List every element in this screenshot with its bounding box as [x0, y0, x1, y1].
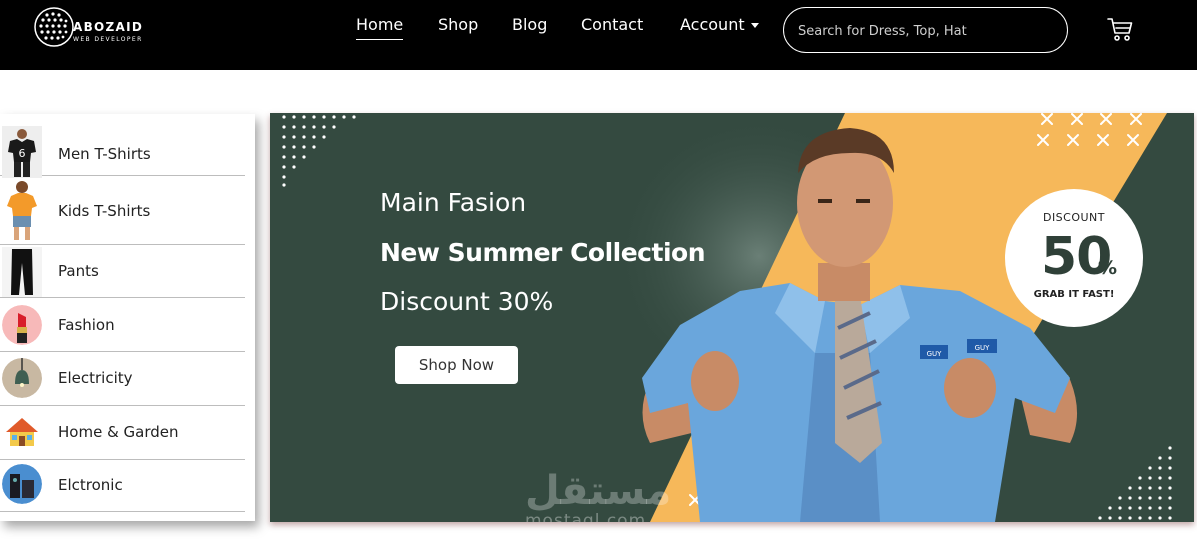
banner-discount-text: Discount 30%: [380, 287, 554, 316]
banner-headline: New Summer Collection: [380, 238, 706, 267]
category-label: Electricity: [58, 369, 133, 387]
brand-title: ABOZAID: [73, 20, 144, 34]
nav-home[interactable]: Home: [356, 15, 404, 40]
lamp-icon: [2, 358, 42, 398]
discount-badge: DISCOUNT 50 % GRAB IT FAST!: [1005, 189, 1143, 327]
cart-icon[interactable]: [1107, 16, 1133, 42]
caret-down-icon: [750, 23, 759, 28]
category-label: Home & Garden: [58, 423, 179, 441]
watermark-arabic: مستقل: [525, 468, 672, 514]
name-tag-text: GUY: [927, 350, 943, 358]
brand-logo[interactable]: ABOZAID WEB DEVELOPER: [33, 6, 143, 52]
nav-contact[interactable]: Contact: [581, 15, 643, 34]
globe-logo-icon: [34, 7, 74, 47]
nav-account-label: Account: [680, 15, 745, 34]
nav-shop[interactable]: Shop: [438, 15, 478, 34]
hero-banner: GUY GUY Main Fasion New Summer Collectio…: [270, 113, 1194, 522]
search-box: [783, 7, 1068, 54]
lipstick-icon: [2, 305, 42, 345]
category-item-fashion[interactable]: Fashion: [0, 298, 245, 352]
name-tag-text: GUY: [975, 344, 991, 352]
category-label: Kids T-Shirts: [58, 202, 151, 220]
category-label: Fashion: [58, 316, 115, 334]
category-item-pants[interactable]: Pants: [0, 245, 245, 298]
pants-icon: [2, 247, 42, 297]
watermark-url: mostaql.com: [525, 511, 647, 522]
svg-text:6: 6: [19, 147, 26, 160]
category-item-home-garden[interactable]: Home & Garden: [0, 406, 245, 460]
banner-title: Main Fasion: [380, 188, 527, 217]
badge-label: DISCOUNT: [1042, 211, 1106, 224]
men-tshirt-icon: 6: [2, 126, 42, 178]
category-sidebar: 6 Men T-Shirts Kids T-Shirts Pants Fashi…: [0, 114, 255, 521]
kids-tshirt-icon: [2, 178, 42, 244]
top-navbar: ABOZAID WEB DEVELOPER Home Shop Blog Con…: [0, 0, 1197, 70]
nav-account[interactable]: Account: [680, 15, 759, 34]
badge-percent: %: [1098, 257, 1118, 279]
house-icon: [2, 412, 42, 452]
category-item-men-tshirts[interactable]: 6 Men T-Shirts: [0, 120, 245, 178]
category-item-electricity[interactable]: Electricity: [0, 352, 245, 406]
brand-subtitle: WEB DEVELOPER: [73, 36, 143, 43]
badge-cta: GRAB IT FAST!: [1033, 289, 1115, 300]
category-item-kids-tshirts[interactable]: Kids T-Shirts: [0, 176, 245, 245]
search-input[interactable]: [796, 8, 1055, 54]
shop-now-button[interactable]: Shop Now: [395, 346, 518, 384]
electronic-icon: [2, 464, 42, 504]
category-label: Elctronic: [58, 476, 123, 494]
category-item-electronic[interactable]: Elctronic: [0, 460, 245, 512]
category-label: Pants: [58, 262, 99, 280]
nav-blog[interactable]: Blog: [512, 15, 547, 34]
category-label: Men T-Shirts: [58, 145, 151, 163]
